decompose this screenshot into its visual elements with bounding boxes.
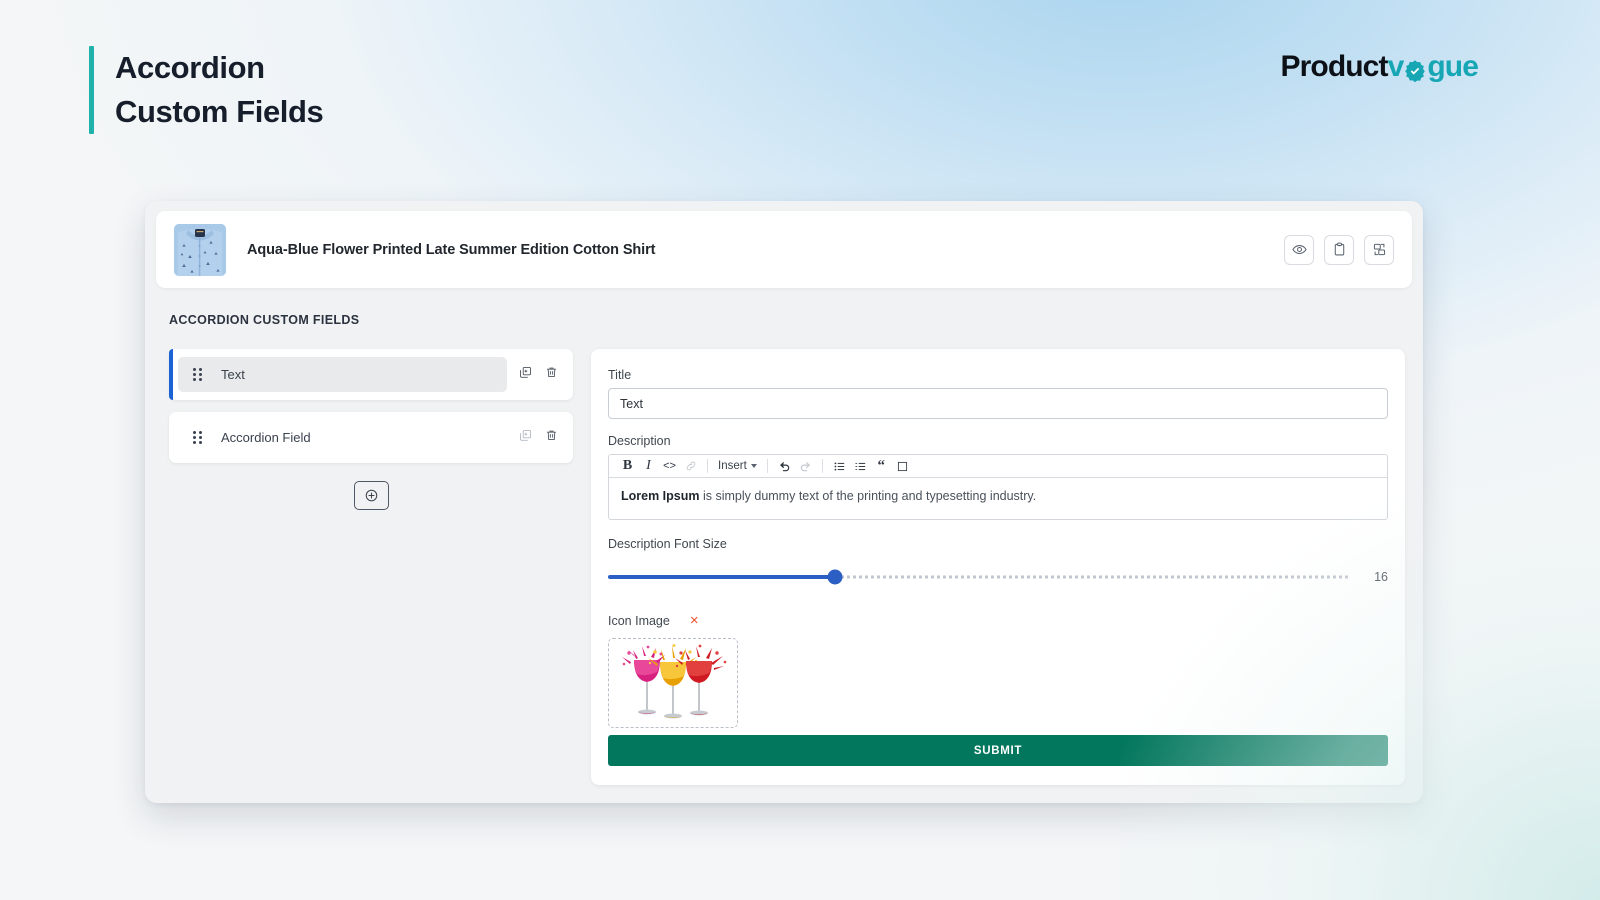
brand-logo: Product v gue	[1280, 50, 1479, 84]
field-label: Text	[221, 367, 245, 382]
bold-icon[interactable]: B	[617, 456, 638, 476]
submit-button[interactable]: SUBMIT	[608, 735, 1388, 766]
font-size-value: 16	[1374, 570, 1388, 584]
description-bold-text: Lorem Ipsum	[621, 489, 700, 503]
brand-text-product: Product	[1280, 50, 1389, 83]
slider-remaining-track	[835, 575, 1350, 579]
font-size-slider[interactable]	[608, 569, 1350, 585]
redo-icon	[795, 456, 816, 476]
chevron-down-icon	[750, 464, 757, 468]
blockquote-icon[interactable]: “	[871, 456, 892, 476]
page-title-line-2: Custom Fields	[115, 94, 324, 130]
field-list-item-accordion-field[interactable]: Accordion Field	[169, 412, 573, 463]
italic-icon[interactable]: I	[638, 456, 659, 476]
slider-filled-track	[608, 575, 836, 579]
slider-thumb[interactable]	[827, 569, 843, 585]
product-actions	[1284, 234, 1394, 265]
product-thumbnail	[174, 223, 226, 276]
field-row-inner: Accordion Field	[178, 420, 507, 455]
clipboard-icon[interactable]	[1324, 234, 1354, 265]
toolbar-separator	[707, 459, 708, 473]
duplicate-field-icon[interactable]	[519, 429, 532, 447]
link-icon	[680, 456, 701, 476]
app-window: Aqua-Blue Flower Printed Late Summer Edi…	[145, 201, 1423, 803]
drag-handle-icon[interactable]	[193, 367, 203, 382]
font-size-label: Description Font Size	[608, 537, 727, 551]
wine-glasses-image	[622, 644, 727, 719]
undo-icon[interactable]	[774, 456, 795, 476]
code-icon[interactable]: <>	[659, 456, 680, 476]
duplicate-layers-icon[interactable]	[1364, 234, 1394, 265]
toolbar-separator	[821, 459, 823, 473]
title-accent-bar	[89, 46, 94, 135]
product-name: Aqua-Blue Flower Printed Late Summer Edi…	[247, 241, 656, 258]
add-field-wrap	[169, 481, 573, 510]
add-field-button[interactable]	[353, 481, 389, 510]
rte-toolbar: B I <> Insert “	[609, 455, 1387, 478]
bullet-list-icon[interactable]	[829, 456, 850, 476]
icon-image-header: Icon Image ×	[608, 613, 1388, 628]
block-icon[interactable]	[892, 456, 913, 476]
brand-text-v: v	[1387, 50, 1405, 83]
title-field-label: Title	[608, 368, 632, 382]
page-header: Accordion Custom Fields	[89, 46, 324, 135]
description-content[interactable]: Lorem Ipsum is simply dummy text of the …	[609, 478, 1387, 519]
delete-field-icon[interactable]	[545, 429, 558, 447]
field-row-inner: Text	[178, 357, 507, 392]
product-header-card: Aqua-Blue Flower Printed Late Summer Edi…	[156, 211, 1412, 288]
brand-text-gue: gue	[1427, 50, 1479, 83]
fields-list: Text Accordion Field	[169, 349, 573, 510]
active-indicator	[169, 349, 173, 400]
icon-image-dropzone[interactable]	[608, 638, 738, 728]
field-row-actions	[507, 366, 564, 384]
description-rest-text: is simply dummy text of the printing and…	[699, 489, 1037, 503]
font-size-slider-row: 16	[608, 569, 1388, 585]
drag-handle-icon[interactable]	[193, 430, 203, 445]
remove-icon-image-button[interactable]: ×	[690, 613, 699, 628]
field-list-item-text[interactable]: Text	[169, 349, 573, 400]
title-input[interactable]	[608, 388, 1388, 419]
page-title-line-1: Accordion	[115, 50, 265, 85]
preview-eye-icon[interactable]	[1284, 234, 1314, 265]
field-settings-form: Title Description B I <> Insert	[591, 349, 1405, 785]
duplicate-field-icon[interactable]	[519, 366, 532, 384]
description-field-label: Description	[608, 434, 671, 448]
insert-dropdown-label: Insert	[718, 460, 747, 472]
section-label: ACCORDION CUSTOM FIELDS	[169, 313, 360, 327]
toolbar-separator	[766, 459, 768, 473]
numbered-list-icon[interactable]	[850, 456, 871, 476]
description-rich-text-editor: B I <> Insert “ Lorem Ipsum is simply du…	[608, 454, 1388, 520]
delete-field-icon[interactable]	[545, 366, 558, 384]
verified-badge-icon	[1403, 57, 1427, 83]
field-row-actions	[507, 429, 564, 447]
insert-dropdown[interactable]: Insert	[714, 460, 761, 472]
icon-image-label: Icon Image	[608, 613, 670, 628]
field-label: Accordion Field	[221, 430, 311, 445]
page-title: Accordion Custom Fields	[115, 46, 324, 134]
